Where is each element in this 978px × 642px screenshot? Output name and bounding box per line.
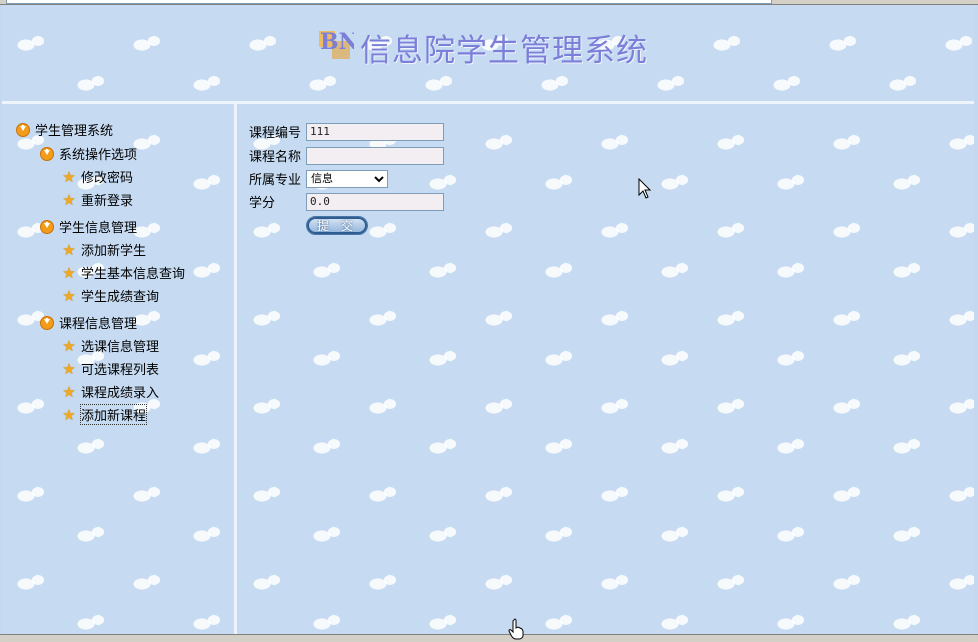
school-logo-icon: BN xyxy=(319,29,354,59)
star-icon: ★ xyxy=(62,167,76,186)
major-label: 所属专业 xyxy=(249,173,302,188)
course-name-input[interactable] xyxy=(306,146,444,165)
form-row-major: 所属专业 信息 xyxy=(249,169,388,188)
sidebar-item-label: 添加新学生 xyxy=(81,244,147,259)
star-icon: ★ xyxy=(62,382,76,401)
course-id-label: 课程编号 xyxy=(249,126,302,141)
sidebar-item-label: 学生成绩查询 xyxy=(81,290,160,305)
address-bar-fragment xyxy=(6,0,772,4)
course-name-label: 课程名称 xyxy=(249,150,302,165)
tree-group-label: 学生信息管理 xyxy=(59,221,138,236)
star-icon: ★ xyxy=(62,190,76,209)
sidebar-item-add-course[interactable]: ★ 添加新课程 xyxy=(62,404,148,425)
mouse-pointer-icon xyxy=(638,178,652,199)
sidebar-item-course-list[interactable]: ★ 可选课程列表 xyxy=(62,359,159,378)
tree-group-system[interactable]: 系统操作选项 xyxy=(40,144,137,163)
tree-root-label: 学生管理系统 xyxy=(35,124,114,139)
sidebar-item-label: 重新登录 xyxy=(81,194,134,209)
sidebar-item-change-password[interactable]: ★ 修改密码 xyxy=(62,167,133,186)
tree-root[interactable]: 学生管理系统 xyxy=(16,120,113,139)
star-icon: ★ xyxy=(62,405,76,424)
tree-group-student[interactable]: 学生信息管理 xyxy=(40,217,137,236)
collapse-circle-icon xyxy=(40,219,54,234)
sidebar-item-relogin[interactable]: ★ 重新登录 xyxy=(62,190,133,209)
sidebar-item-label: 课程成绩录入 xyxy=(81,386,160,401)
star-icon: ★ xyxy=(62,263,76,282)
collapse-circle-icon xyxy=(16,122,30,137)
site-header: BN 信息院学生管理系统 xyxy=(2,5,974,104)
tree-group-course[interactable]: 课程信息管理 xyxy=(40,313,137,332)
tree-group-label: 系统操作选项 xyxy=(59,148,138,163)
sidebar-item-add-student[interactable]: ★ 添加新学生 xyxy=(62,240,146,259)
sidebar-tree: 学生管理系统 系统操作选项 ★ 修改密码 ★ 重新登录 学生信息管理 ★ 添加新… xyxy=(2,104,237,634)
sidebar-item-score-entry[interactable]: ★ 课程成绩录入 xyxy=(62,382,159,401)
sidebar-item-score-query[interactable]: ★ 学生成绩查询 xyxy=(62,286,159,305)
collapse-circle-icon xyxy=(40,146,54,161)
logo-text: BN xyxy=(320,29,354,55)
submit-button[interactable]: 提 交 xyxy=(306,216,368,235)
sidebar-item-label: 修改密码 xyxy=(81,171,134,186)
sidebar-item-label: 选课信息管理 xyxy=(81,340,160,355)
collapse-circle-icon xyxy=(40,315,54,330)
star-icon: ★ xyxy=(62,359,76,378)
credit-input[interactable] xyxy=(306,192,444,211)
tree-group-label: 课程信息管理 xyxy=(59,317,138,332)
sidebar-item-label: 添加新课程 xyxy=(79,404,148,425)
sidebar-item-label: 可选课程列表 xyxy=(81,363,160,378)
course-id-input[interactable] xyxy=(306,122,444,141)
main-content: 课程编号 课程名称 所属专业 信息 学分 提 交 xyxy=(238,104,974,634)
star-icon: ★ xyxy=(62,336,76,355)
form-row-course-id: 课程编号 xyxy=(249,122,444,141)
credit-label: 学分 xyxy=(249,196,276,211)
major-select[interactable]: 信息 xyxy=(306,169,388,188)
sidebar-item-student-info-query[interactable]: ★ 学生基本信息查询 xyxy=(62,263,185,282)
hand-pointer-icon xyxy=(508,618,524,640)
sidebar-item-label: 学生基本信息查询 xyxy=(81,267,186,282)
star-icon: ★ xyxy=(62,240,76,259)
sidebar-item-enrollment[interactable]: ★ 选课信息管理 xyxy=(62,336,159,355)
form-row-credit: 学分 xyxy=(249,192,444,211)
form-row-course-name: 课程名称 xyxy=(249,146,444,165)
star-icon: ★ xyxy=(62,286,76,305)
page-title: 信息院学生管理系统 xyxy=(360,33,648,69)
